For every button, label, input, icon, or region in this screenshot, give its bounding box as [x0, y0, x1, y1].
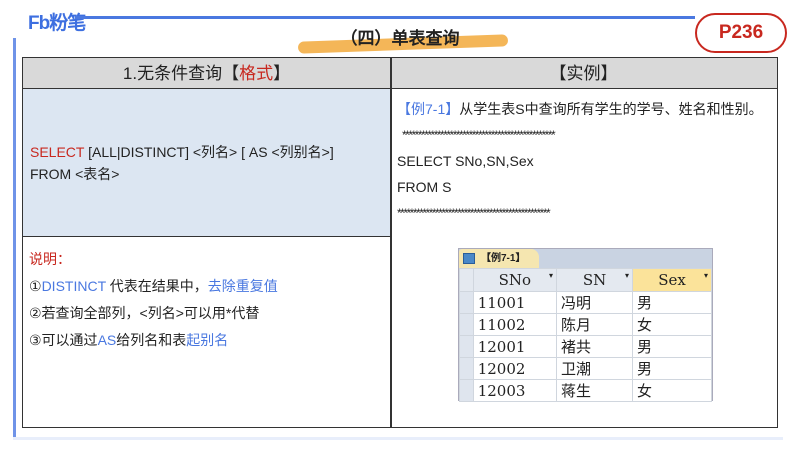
tab-label: 【例7-1】 [481, 253, 526, 264]
dropdown-arrow-icon[interactable]: ▾ [704, 271, 708, 280]
example-cell: 【例7-1】从学生表S中查询所有学生的学号、姓名和性别。 ***********… [397, 96, 777, 226]
frame-left-line [13, 38, 16, 440]
example-text: 从学生表S中查询所有学生的学号、姓名和性别。 [459, 101, 763, 117]
row-selector[interactable] [459, 291, 474, 314]
sql-line-1: SELECT SNo,SN,Sex [397, 153, 534, 169]
note-highlight: 去除重复值 [207, 278, 278, 294]
separator-stars: ****************************************… [402, 128, 556, 142]
example-header: 【实例】 [390, 58, 777, 89]
note-highlight: DISTINCT [41, 278, 106, 294]
syntax-from: FROM <表名> [30, 166, 120, 182]
column-header-sn[interactable]: SN ▾ [556, 268, 633, 292]
row-selector[interactable] [459, 335, 474, 358]
note-text: ③可以通过 [29, 332, 98, 348]
grid-header-row: SNo ▾ SN ▾ Sex ▾ [459, 268, 712, 292]
cell[interactable]: 男 [632, 357, 712, 380]
table-row: 12001 褚共男 [459, 335, 712, 358]
note-highlight: 起别名 [186, 332, 229, 348]
result-grid: SNo ▾ SN ▾ Sex ▾ 11001 冯明男 11002 陈月女 12001 褚共男… [459, 268, 712, 402]
note-3: ③可以通过AS给列名和表起别名 [29, 327, 278, 354]
column-label: SN [582, 271, 607, 289]
cell[interactable]: 冯明 [556, 291, 633, 314]
header-text: 】 [273, 64, 291, 83]
table-icon [463, 253, 475, 264]
example-tag: 【例7-1】 [397, 101, 460, 117]
cell[interactable]: 女 [632, 313, 712, 336]
note-text: 代表在结果中， [105, 278, 208, 294]
cell[interactable]: 陈月 [556, 313, 633, 336]
cell[interactable]: 12001 [472, 335, 558, 358]
column-header-sno[interactable]: SNo ▾ [472, 268, 558, 292]
table-row: 11002 陈月女 [459, 313, 712, 336]
example-description: 【例7-1】从学生表S中查询所有学生的学号、姓名和性别。 [397, 96, 777, 122]
row-selector[interactable] [459, 357, 474, 380]
table-row: 12003 蒋生女 [459, 379, 712, 402]
header-highlight: 格式 [239, 64, 274, 83]
result-tab[interactable]: 【例7-1】 [459, 249, 539, 268]
cell[interactable]: 褚共 [556, 335, 633, 358]
notes-cell: 说明： ①DISTINCT 代表在结果中，去除重复值 ②若查询全部列，<列名>可… [29, 246, 278, 354]
cell[interactable]: 11002 [472, 313, 558, 336]
section-title: （四）单表查询 [340, 29, 460, 49]
cell[interactable]: 11001 [472, 291, 558, 314]
page-badge: P236 [695, 13, 787, 53]
brand-logo: Fb粉笔 [28, 13, 86, 34]
note-highlight: AS [97, 332, 117, 348]
format-cell: SELECT [ALL|DISTINCT] <列名> [ AS <列别名>] F… [23, 89, 390, 237]
query-result-window: 【例7-1】 SNo ▾ SN ▾ Sex ▾ 11001 冯明男 11002 陈月女 1… [458, 248, 713, 402]
cell[interactable]: 男 [632, 291, 712, 314]
column-label: SNo [498, 271, 532, 289]
frame-top-line [75, 16, 695, 19]
dropdown-arrow-icon[interactable]: ▾ [625, 271, 629, 280]
note-1: ①DISTINCT 代表在结果中，去除重复值 [29, 273, 278, 300]
cell[interactable]: 12002 [472, 357, 558, 380]
row-selector[interactable] [459, 379, 474, 402]
notes-title: 说明： [29, 251, 71, 267]
header-text: 1.无条件查询【 [122, 64, 240, 83]
cell[interactable]: 男 [632, 335, 712, 358]
row-selector[interactable] [459, 313, 474, 336]
select-all-cell[interactable] [459, 268, 474, 292]
frame-bottom-line [13, 437, 783, 440]
note-text: ① [29, 278, 42, 294]
cell[interactable]: 12003 [472, 379, 558, 402]
table-row: 12002 卫潮男 [459, 357, 712, 380]
dropdown-arrow-icon[interactable]: ▾ [549, 271, 553, 280]
separator-stars: ****************************************… [397, 206, 551, 220]
sql-line-2: FROM S [397, 179, 452, 195]
format-header: 1.无条件查询【格式】 [23, 58, 390, 89]
column-divider [390, 58, 392, 427]
syntax-text: [ALL|DISTINCT] <列名> [ AS <列别名>] [84, 144, 334, 160]
cell[interactable]: 卫潮 [556, 357, 633, 380]
table-row: 11001 冯明男 [459, 291, 712, 314]
select-keyword: SELECT [30, 144, 85, 160]
cell[interactable]: 女 [632, 379, 712, 402]
column-header-sex[interactable]: Sex ▾ [632, 268, 712, 292]
note-2: ②若查询全部列，<列名>可以用*代替 [29, 305, 260, 321]
content-table: 1.无条件查询【格式】 【实例】 SELECT [ALL|DISTINCT] <… [22, 57, 778, 428]
cell[interactable]: 蒋生 [556, 379, 633, 402]
column-label: Sex [658, 271, 686, 289]
note-text: 给列名和表 [116, 332, 187, 348]
